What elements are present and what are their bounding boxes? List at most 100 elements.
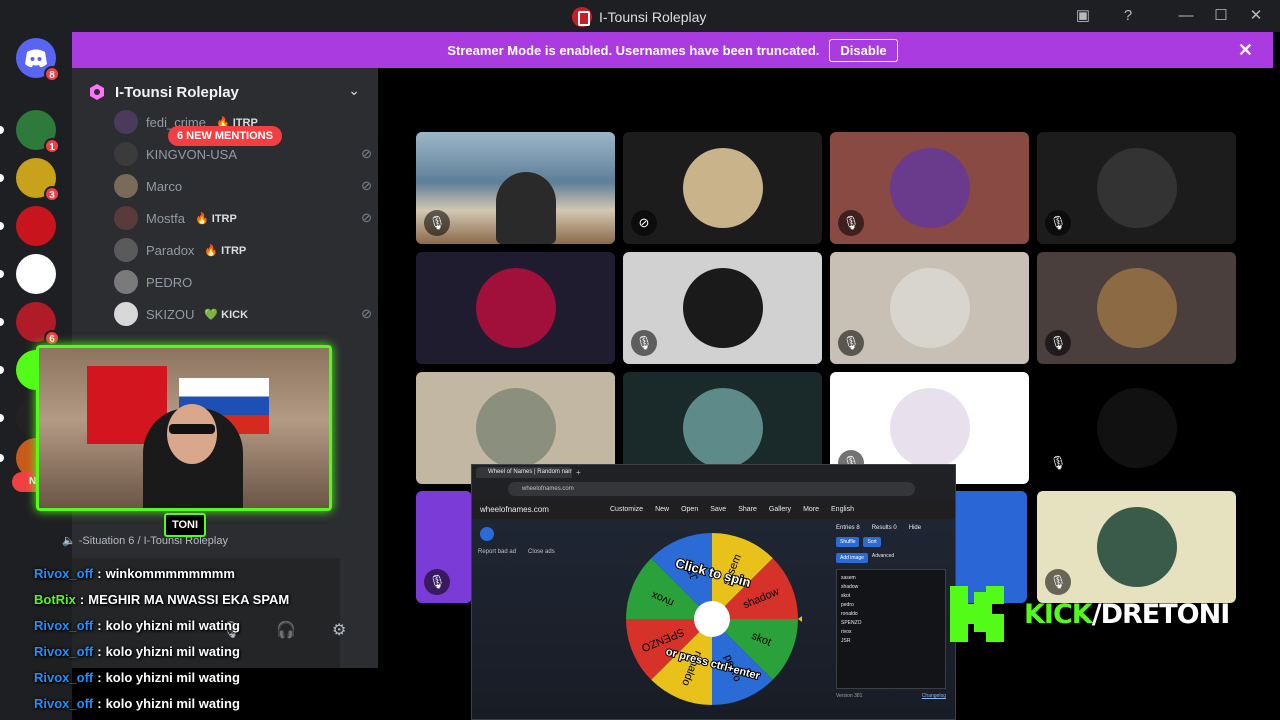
home-discord-button[interactable]: 8 [16,38,60,82]
participant-tile[interactable] [416,252,615,364]
server-icon[interactable]: 1 [16,110,60,154]
site-nav-item[interactable]: English [831,506,854,513]
new-mentions-pill[interactable]: 6 NEW MENTIONS [168,126,282,146]
entry-item: rivox [841,629,852,635]
voice-member[interactable]: PEDRO [114,268,364,296]
mic-muted-icon: ⊘ [361,146,372,161]
help-icon[interactable]: ? [1118,6,1138,26]
banner-close-icon[interactable]: ✕ [1238,40,1253,61]
chat-separator: : [97,617,102,633]
avatar [475,388,556,468]
streamer-mode-banner: Streamer Mode is enabled. Usernames have… [72,32,1273,68]
site-nav-item[interactable]: Open [681,506,698,513]
entries-panel: Entries 8 Results 0 Hide Shuffle Sort Ad… [836,525,946,715]
server-icon[interactable]: 3 [16,158,60,202]
server-icon[interactable]: 6 [16,302,60,346]
shuffle-button[interactable]: Shuffle [836,537,860,547]
inbox-icon[interactable]: ▣ [1073,6,1093,26]
speaker-icon: 🔈 [62,535,76,547]
advanced-checkbox[interactable]: Advanced [872,553,894,563]
mic-muted-icon: 🎙 [424,210,450,236]
wheel-of-names[interactable]: sasem shadow skot pedro ronaldo SPENZO rivox JS… [622,529,806,709]
maximize-icon[interactable]: ☐ [1211,6,1231,26]
chat-separator: : [97,565,102,581]
entry-item: SPENZO [841,620,862,626]
browser-window: Wheel of Names | Random nam + wheelofnam… [471,464,956,720]
report-bad-ad-link[interactable]: Report bad ad [478,549,516,555]
site-nav-item[interactable]: New [655,506,669,513]
avatar [1096,268,1177,348]
participant-tile[interactable]: 🎙 [830,252,1029,364]
kick-prefix: KICK [1024,598,1093,630]
chat-separator: : [97,669,102,685]
banner-message: Streamer Mode is enabled. Usernames have… [447,42,820,58]
mic-muted-icon: 🎙 [1045,210,1071,236]
participant-tile[interactable]: ⊘ [623,132,822,244]
unread-indicator [0,126,4,134]
mic-muted-icon: 🎙 [838,210,864,236]
participant-tile[interactable]: 🎙 [416,491,472,603]
entries-toolbar: Shuffle Sort [836,537,946,547]
close-icon[interactable]: ✕ [1246,6,1266,26]
avatar [889,148,970,228]
avatar [682,148,763,228]
webcam-name-tag: TONI [164,513,206,537]
close-ads-link[interactable]: Close ads [528,549,555,555]
mic-muted-icon: ⊘ [361,178,372,193]
voice-member[interactable]: Paradox 🔥 ITRP [114,236,364,264]
entries-textarea[interactable]: sasem shadow skot pedro ronaldo SPENZO rivox JS… [836,569,946,689]
browser-tab[interactable]: Wheel of Names | Random nam [476,467,572,478]
kick-channel-label: KICK/DRETONI [1024,598,1230,630]
mic-muted-icon: ⊘ [361,210,372,225]
sunglasses [169,424,215,434]
avatar [682,388,763,468]
site-nav-item[interactable]: Share [738,506,757,513]
chevron-down-icon[interactable]: ⌄ [348,82,360,99]
disable-streamer-mode-button[interactable]: Disable [829,38,898,62]
chat-message: Rivox_off: winkommmmmmmm [34,560,374,586]
hide-checkbox[interactable]: Hide [909,525,921,531]
site-nav-item[interactable]: More [803,506,819,513]
participant-tile[interactable]: 🎙 [1037,132,1236,244]
site-logo[interactable]: wheelofnames.com [480,505,610,514]
member-name: KINGVON-USA [146,146,238,162]
voice-member[interactable]: Marco ⊘ [114,172,372,200]
participant-tile[interactable]: 🎙 [1037,252,1236,364]
avatar [889,388,970,468]
participant-tile[interactable]: 🎙 [1037,372,1236,484]
server-icon[interactable] [16,254,56,294]
chat-username: Rivox_off [34,695,94,711]
chat-text: winkommmmmmmm [105,565,235,581]
add-image-button[interactable]: Add image [836,553,868,563]
address-bar[interactable]: wheelofnames.com [508,482,915,496]
voice-member[interactable]: Mostfa 🔥 ITRP ⊘ [114,204,372,232]
site-nav-item[interactable]: Customize [610,506,643,513]
participant-tile[interactable]: 🎙 [416,132,615,244]
server-badge: 1 [44,138,60,154]
avatar [1096,148,1177,228]
entry-item: ronaldo [841,611,858,617]
wheel-hub[interactable] [694,601,730,637]
version-row: Version 381 Changelog [836,693,946,699]
chat-text: MEGHIR MA NWASSI EKA SPAM [88,591,290,607]
site-nav-item[interactable]: Gallery [769,506,791,513]
person-silhouette [496,172,556,244]
mic-muted-icon: ⊘ [361,306,372,321]
wheel-svg[interactable]: sasemshadowskotpedroronaldoSPENZOrivoxJS… [622,529,806,709]
sort-button[interactable]: Sort [863,537,881,547]
chat-username: Rivox_off [34,617,94,633]
minimize-icon[interactable]: — [1176,6,1196,26]
member-name: Mostfa [146,210,186,226]
new-tab-icon[interactable]: + [576,468,581,477]
tab-results[interactable]: Results 0 [872,525,897,531]
changelog-link[interactable]: Changelog [922,693,946,699]
chat-text: kolo yhizni mil wating [105,669,240,685]
participant-tile[interactable]: 🎙 [830,132,1029,244]
participant-tile[interactable]: 🎙 [623,252,822,364]
server-icon[interactable] [16,206,56,246]
tab-entries[interactable]: Entries 8 [836,525,860,531]
mic-muted-icon: 🎙 [631,330,657,356]
edit-pencil-icon[interactable] [480,527,494,541]
site-nav-item[interactable]: Save [710,506,726,513]
voice-member[interactable]: SKIZOU 💚 KICK ⊘ [114,300,372,328]
